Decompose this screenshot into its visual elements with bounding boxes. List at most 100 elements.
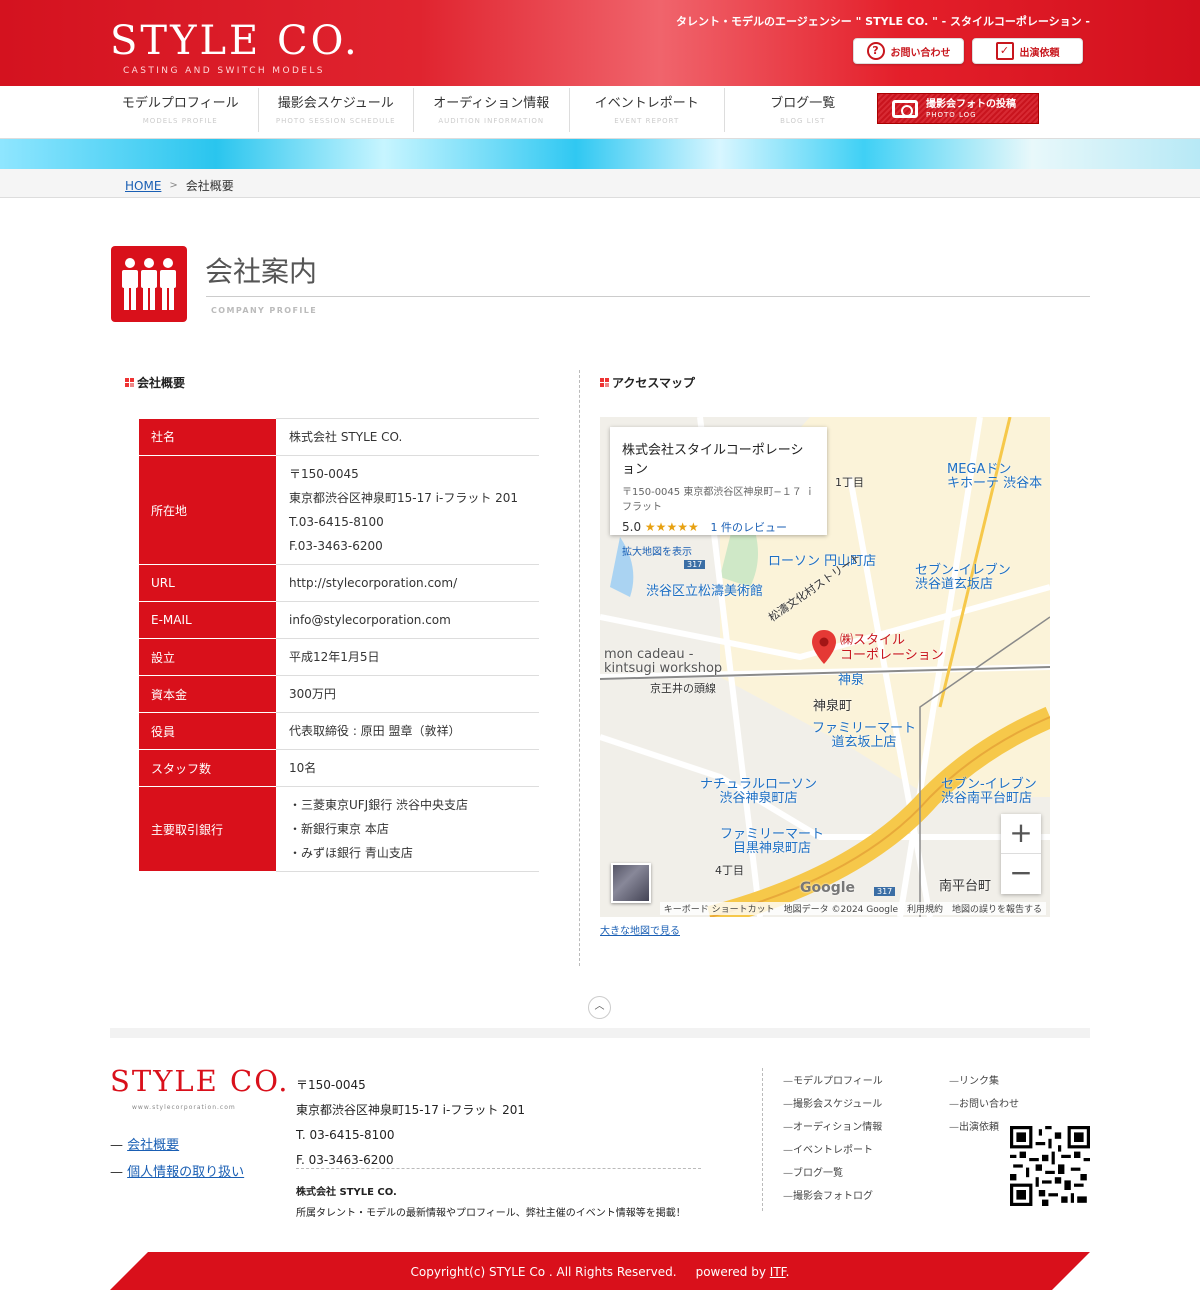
nav-item-sublabel: AUDITION INFORMATION [438,117,545,125]
zoom-control: + − [1001,814,1041,894]
site-header: STYLE CO. CASTING AND SWITCH MODELS タレント… [0,0,1200,86]
footer-nav-item[interactable]: イベントレポート [783,1139,883,1162]
overview-heading-text: 会社概要 [137,376,186,390]
nav-item-audition[interactable]: オーディション情報 AUDITION INFORMATION [414,88,570,132]
footer-nav-1: モデルプロフィール 撮影会スケジュール オーディション情報 イベントレポート ブ… [783,1070,883,1208]
google-map[interactable]: 株式会社スタイルコーポレーション 〒150-0045 東京都渋谷区神泉町−１７ … [600,417,1050,917]
row-value: 株式会社 STYLE CO. [276,418,539,456]
nav-item-models[interactable]: モデルプロフィール MODELS PROFILE [103,88,259,132]
big-map-link[interactable]: 大きな地図で見る [600,922,680,937]
camera-icon [892,99,918,118]
poi-family-dogenzaka: ファミリーマート 道玄坂上店 [812,721,917,750]
place-name: 株式会社スタイルコーポレーション [622,443,804,477]
footer-logo[interactable]: STYLE CO. [110,1064,289,1098]
footer-divider [296,1168,701,1169]
request-button-label: 出演依頼 [1019,47,1060,59]
address-line: 東京都渋谷区神泉町15-17 i-フラット 201 [289,491,519,505]
footer-nav-item[interactable]: 撮影会フォトログ [783,1185,883,1208]
place-card: 株式会社スタイルコーポレーション 〒150-0045 東京都渋谷区神泉町−１７ … [610,427,827,558]
poi-mega-donki: MEGAドン キホーテ 渋谷本 [947,462,1043,491]
map-pin-icon[interactable] [812,630,836,664]
place-address: 〒150-0045 東京都渋谷区神泉町−１７ ｉフラット [622,487,815,513]
nav-item-sublabel: MODELS PROFILE [142,117,218,125]
question-icon: ? [866,42,885,60]
address-zip: 〒150-0045 [289,467,359,481]
row-label: URL [139,564,276,602]
footer-nav-item[interactable]: モデルプロフィール [783,1070,883,1093]
footer-fax: F. 03-3463-6200 [296,1153,394,1167]
footer-nav-item[interactable]: リンク集 [949,1070,1019,1093]
footer-website: www.stylecorporation.com [132,1104,236,1111]
footer-nav-item[interactable]: オーディション情報 [783,1116,883,1139]
footer-nav-item[interactable]: ブログ一覧 [783,1162,883,1185]
row-label: 主要取引銀行 [139,786,276,872]
area-label: 南平台町 [939,879,992,894]
address-tel: T.03-6415-8100 [289,515,384,529]
bank-item: ・三菱東京UFJ銀行 渋谷中央支店 [289,798,469,812]
poi-seven-dogenzaka: セブン-イレブン 渋谷道玄坂店 [915,563,1011,592]
footer-company: 株式会社 STYLE CO. [296,1187,397,1198]
row-value: 10名 [276,749,539,787]
back-to-top-button[interactable]: ︿ [588,996,611,1019]
footer-links: — 会社概要 — 個人情報の取り扱い [110,1138,245,1180]
access-heading-text: アクセスマップ [612,376,696,390]
company-info-table: 社名 株式会社 STYLE CO. 所在地 〒150-0045 東京都渋谷区神泉… [139,418,539,872]
satellite-toggle[interactable] [611,863,651,903]
breadcrumb-current: 会社概要 [185,179,234,193]
nav-item-blog[interactable]: ブログ一覧 BLOG LIST [725,88,881,132]
table-row: 資本金 300万円 [139,675,539,713]
request-button[interactable]: ✓ 出演依頼 [972,38,1083,64]
photo-log-button[interactable]: 撮影会フォトの投稿 PHOTO LOG [877,93,1039,124]
row-value: 〒150-0045 東京都渋谷区神泉町15-17 i-フラット 201 T.03… [276,455,539,565]
bank-item: ・新銀行東京 本店 [289,822,389,836]
nav-item-schedule[interactable]: 撮影会スケジュール PHOTO SESSION SCHEDULE [259,88,414,132]
photo-log-label: 撮影会フォトの投稿 [926,98,1016,110]
powered-text: powered by [695,1265,766,1279]
poi-mon-cadeau: mon cadeau - kintsugi workshop [604,647,723,676]
footer-nav-item[interactable]: 撮影会スケジュール [783,1093,883,1116]
footer-link-privacy[interactable]: 個人情報の取り扱い [127,1165,244,1180]
copyright-text: Copyright(c) STYLE Co . All Rights Reser… [410,1265,677,1279]
nav-item-label: 撮影会スケジュール [277,96,394,111]
footer-address: 〒150-0045 東京都渋谷区神泉町15-17 i-フラット 201 T. 0… [296,1073,525,1173]
google-logo: Google [800,880,856,896]
bank-item: ・みずほ銀行 青山支店 [289,846,413,860]
footer-description: 所属タレント・モデルの最新情報やプロフィール、弊社主催のイベント情報等を掲載！ [296,1208,686,1219]
footer-link-company[interactable]: 会社概要 [127,1138,179,1153]
row-label: 資本金 [139,675,276,713]
map-attribution[interactable]: キーボード ショートカット 地図データ ©2024 Google 利用規約 地図… [659,902,1046,915]
table-row: スタッフ数 10名 [139,749,539,787]
footer-nav-item[interactable]: 出演依頼 [949,1116,1019,1139]
overview-heading: 会社概要 [125,374,185,391]
page-title-en: COMPANY PROFILE [211,306,318,315]
footer-nav-2: リンク集 お問い合わせ 出演依頼 [949,1070,1019,1139]
table-row: 主要取引銀行 ・三菱東京UFJ銀行 渋谷中央支店 ・新銀行東京 本店 ・みずほ銀… [139,786,539,872]
footer-top-bar [110,1028,1090,1038]
site-logo[interactable]: STYLE CO. [110,18,360,64]
chome-label: 1丁目 [835,476,864,489]
footer-nav-item[interactable]: お問い合わせ [949,1093,1019,1116]
contact-button[interactable]: ? お問い合わせ [853,38,964,64]
row-value: 300万円 [276,675,539,713]
grid-bullet-icon [125,378,134,387]
nav-item-label: イベントレポート [594,96,699,111]
row-label: 役員 [139,712,276,750]
nav-item-event[interactable]: イベントレポート EVENT REPORT [570,88,725,132]
nav-item-label: ブログ一覧 [770,96,836,111]
powered-link[interactable]: ITF [770,1265,786,1279]
breadcrumb-home-link[interactable]: HOME [125,179,161,193]
review-count-link[interactable]: 1 件のレビュー [711,521,788,534]
copyright: Copyright(c) STYLE Co . All Rights Reser… [410,1265,790,1279]
title-divider [206,296,1090,297]
footer-zip: 〒150-0045 [296,1078,366,1092]
table-row: 役員 代表取締役 : 原田 盟章（敦祥） [139,712,539,750]
zoom-out-button[interactable]: − [1001,854,1041,894]
row-label: 設立 [139,638,276,676]
row-label: 所在地 [139,455,276,565]
nav-item-sublabel: EVENT REPORT [614,117,680,125]
zoom-in-button[interactable]: + [1001,814,1041,854]
poi-natural-lawson: ナチュラルローソン 渋谷神泉町店 [700,777,818,806]
row-label: 社名 [139,418,276,456]
footer-column-divider [762,1068,763,1211]
chome-label: 4丁目 [715,864,744,877]
